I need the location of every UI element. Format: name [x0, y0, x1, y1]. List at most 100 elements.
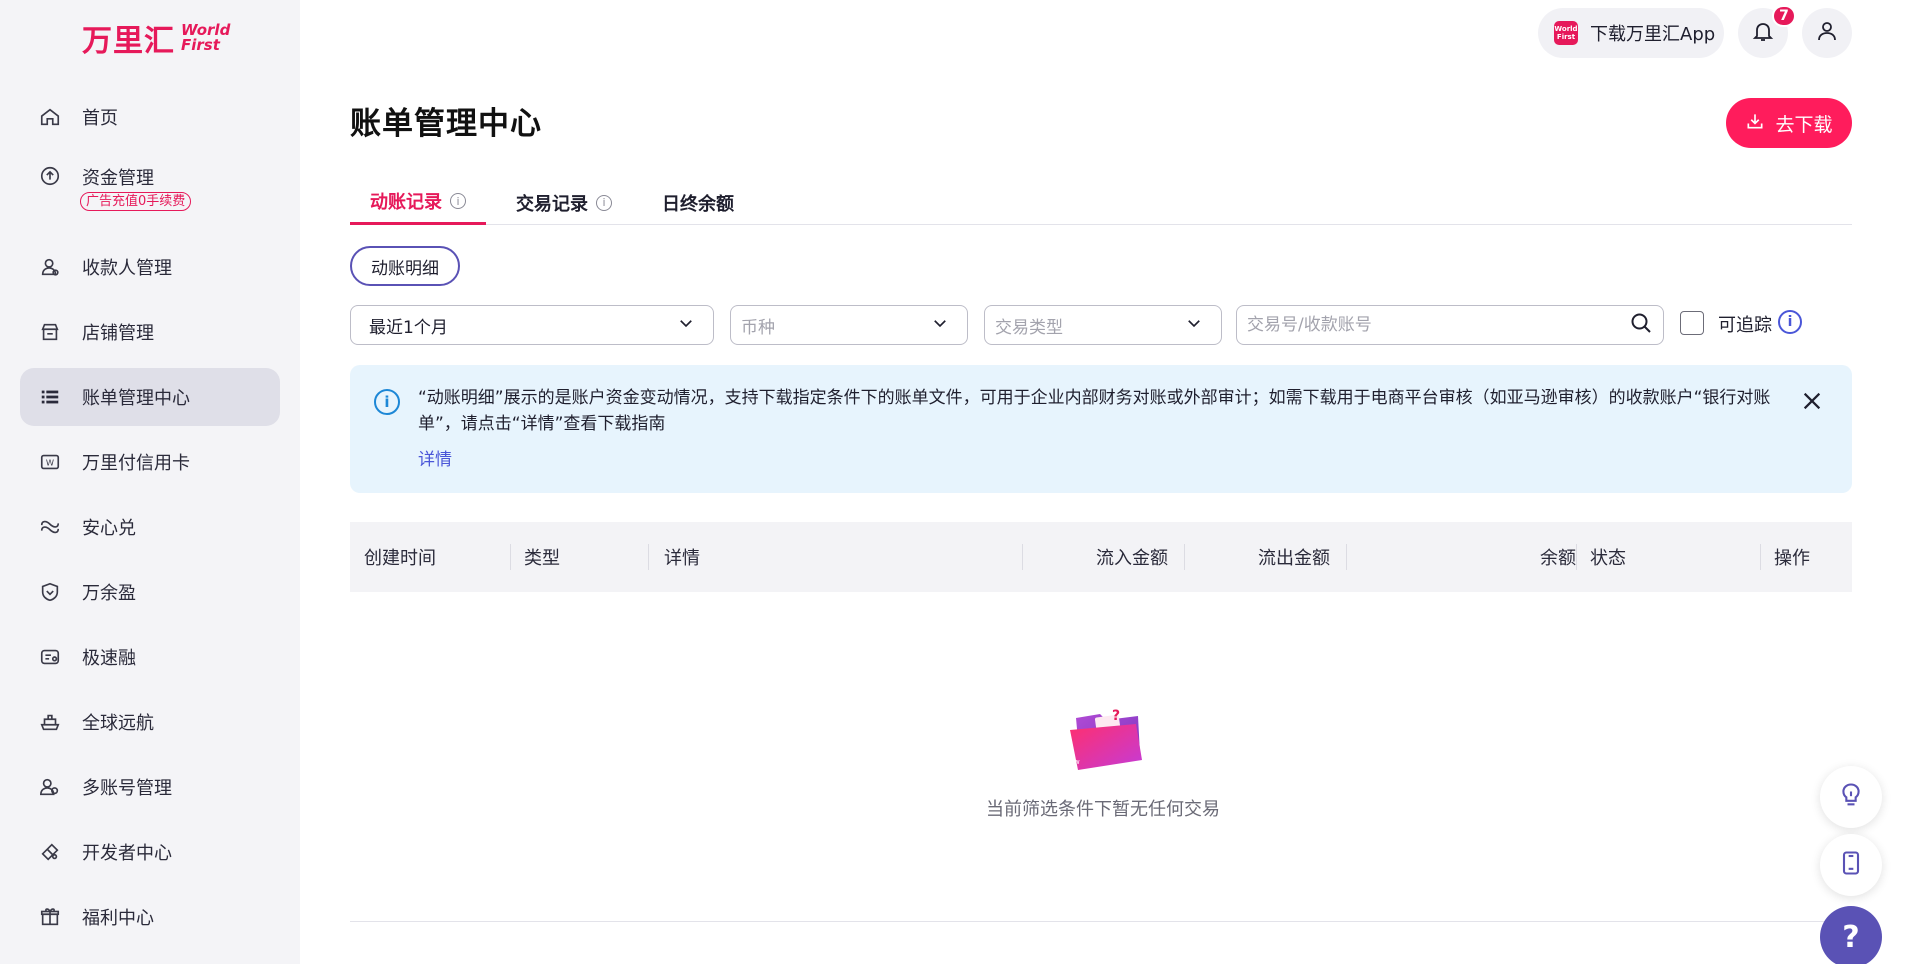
tips-button[interactable]	[1820, 766, 1882, 828]
bill-list-icon	[38, 385, 62, 409]
column-divider	[1346, 544, 1347, 570]
help-button[interactable]: ?	[1820, 906, 1882, 964]
promo-badge: 广告充值0手续费	[80, 192, 192, 211]
table-header: 创建时间 类型 详情 流入金额 流出金额 余额 状态 操作	[350, 522, 1852, 592]
sidebar-item-bill-center[interactable]: 账单管理中心	[20, 368, 280, 426]
currency-select[interactable]: 币种	[730, 305, 968, 345]
user-icon	[1815, 19, 1839, 48]
worldfirst-logo[interactable]: 万里汇 World First	[82, 16, 230, 60]
sidebar-item-label: 资金管理	[82, 168, 154, 189]
info-alert: i “动账明细”展示的是账户资金变动情况，支持下载指定条件下的账单文件，可用于企…	[350, 365, 1852, 493]
sidebar-item-label: 福利中心	[82, 908, 154, 929]
alert-details-link[interactable]: 详情	[418, 445, 452, 470]
sidebar-item-fund-management[interactable]: 资金管理 广告充值0手续费	[20, 152, 280, 224]
chevron-down-icon	[1185, 314, 1203, 337]
go-download-label: 去下载	[1775, 113, 1833, 136]
go-download-button[interactable]: 去下载	[1726, 98, 1852, 148]
column-header-status: 状态	[1590, 548, 1626, 569]
column-header-created-time: 创建时间	[364, 548, 436, 569]
gift-icon	[38, 905, 62, 929]
sidebar-item-label: 安心兑	[82, 518, 136, 539]
logo-en-text: World First	[181, 21, 231, 54]
svg-text:?: ?	[1112, 708, 1120, 724]
sidebar-item-label: 极速融	[82, 648, 136, 669]
sidebar-item-fast-finance[interactable]: 极速融	[20, 628, 280, 686]
column-divider	[1760, 544, 1761, 570]
download-app-label: 下载万里汇App	[1590, 24, 1716, 45]
sidebar-item-label: 全球远航	[82, 713, 154, 734]
alert-message: “动账明细”展示的是账户资金变动情况，支持下载指定条件下的账单文件，可用于企业内…	[418, 388, 1771, 434]
activity-detail-chip[interactable]: 动账明细	[350, 246, 460, 286]
column-divider	[1184, 544, 1185, 570]
column-divider	[1022, 544, 1023, 570]
download-app-button[interactable]: World First 下载万里汇App	[1538, 8, 1724, 58]
table-bottom-divider	[350, 921, 1852, 922]
home-icon	[38, 105, 62, 129]
column-divider	[1576, 544, 1577, 570]
column-header-balance: 余额	[1540, 548, 1576, 569]
column-header-outflow: 流出金额	[1258, 548, 1330, 569]
sidebar-item-home[interactable]: 首页	[20, 88, 280, 146]
logo-cn-text: 万里汇	[82, 24, 175, 59]
phone-icon	[1837, 849, 1865, 882]
sidebar-item-yield[interactable]: 万余盈	[20, 563, 280, 621]
sidebar-item-fx-exchange[interactable]: 安心兑	[20, 498, 280, 556]
column-header-actions: 操作	[1774, 548, 1810, 569]
transaction-type-select[interactable]: 交易类型	[984, 305, 1222, 345]
empty-state-text: 当前筛选条件下暂无任何交易	[986, 799, 1220, 820]
info-icon[interactable]: i	[450, 193, 466, 209]
sidebar-item-label: 开发者中心	[82, 843, 172, 864]
sidebar-item-credit-card[interactable]: W 万里付信用卡	[20, 433, 280, 491]
period-select[interactable]: 最近1个月	[350, 305, 714, 345]
sidebar-item-benefits[interactable]: 福利中心	[20, 888, 280, 946]
column-header-type: 类型	[524, 548, 560, 569]
account-button[interactable]	[1802, 8, 1852, 58]
column-header-details: 详情	[664, 548, 700, 569]
info-icon: i	[374, 389, 400, 415]
search-input[interactable]	[1247, 315, 1607, 335]
chevron-down-icon	[677, 314, 695, 337]
store-icon	[38, 320, 62, 344]
svg-text:W: W	[46, 458, 54, 468]
sidebar-item-payee-management[interactable]: 收款人管理	[20, 238, 280, 296]
ship-icon	[38, 710, 62, 734]
column-header-inflow: 流入金额	[1096, 548, 1168, 569]
payee-icon	[38, 255, 62, 279]
svg-text:w: w	[1074, 758, 1080, 766]
notification-count-badge: 7	[1772, 5, 1796, 27]
sidebar-item-global-voyage[interactable]: 全球远航	[20, 693, 280, 751]
sidebar-item-label: 万余盈	[82, 583, 136, 604]
shield-yield-icon	[38, 580, 62, 604]
column-divider	[648, 544, 649, 570]
tab-bar: 动账记录 i 交易记录 i 日终余额	[350, 180, 1852, 225]
empty-folder-illustration: ? w	[1066, 702, 1146, 779]
traceable-checkbox[interactable]	[1680, 311, 1704, 335]
mobile-app-button[interactable]	[1820, 834, 1882, 896]
download-icon	[1745, 111, 1765, 136]
sidebar-item-store-management[interactable]: 店铺管理	[20, 303, 280, 361]
tab-account-activity[interactable]: 动账记录 i	[350, 180, 486, 225]
page-title: 账单管理中心	[350, 106, 542, 142]
sidebar-item-label: 万里付信用卡	[82, 453, 190, 474]
question-icon: ?	[1842, 919, 1860, 955]
sidebar-item-label: 首页	[82, 108, 118, 129]
exchange-icon	[38, 515, 62, 539]
tab-transaction-records[interactable]: 交易记录 i	[496, 180, 632, 225]
developer-icon	[38, 840, 62, 864]
sidebar-item-developer[interactable]: 开发者中心	[20, 823, 280, 881]
finance-icon	[38, 645, 62, 669]
traceable-label: 可追踪	[1718, 315, 1772, 336]
info-icon[interactable]: i	[1778, 310, 1802, 334]
close-icon[interactable]	[1798, 387, 1826, 415]
lightbulb-icon	[1837, 781, 1865, 814]
bell-icon	[1751, 19, 1775, 48]
tab-daily-balance[interactable]: 日终余额	[642, 180, 754, 225]
column-divider	[510, 544, 511, 570]
credit-card-icon: W	[38, 450, 62, 474]
fund-icon	[38, 164, 62, 188]
chevron-down-icon	[931, 314, 949, 337]
search-box	[1236, 305, 1664, 345]
sidebar-item-label: 账单管理中心	[82, 388, 190, 409]
info-icon[interactable]: i	[596, 194, 612, 211]
search-icon[interactable]	[1629, 311, 1653, 340]
